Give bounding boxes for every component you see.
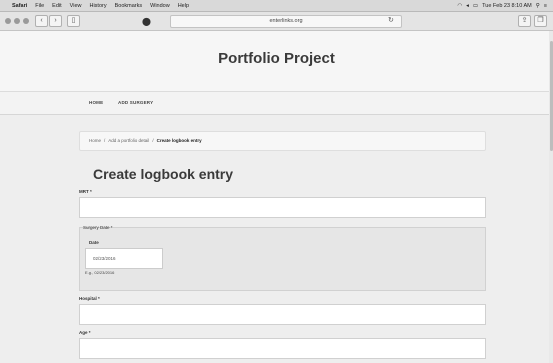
surgery-date-label: Surgery Date *	[83, 225, 113, 230]
zoom-window-button[interactable]	[23, 18, 29, 24]
volume-icon[interactable]: ◂	[466, 3, 469, 9]
page-scrollbar[interactable]	[549, 31, 553, 363]
site-nav: HOME ADD SURGERY	[0, 92, 553, 115]
mrt-input[interactable]	[79, 197, 486, 218]
menu-edit[interactable]: Edit	[52, 3, 61, 9]
breadcrumb-current: Create logbook entry	[156, 138, 202, 143]
menu-clock[interactable]: Tue Feb 23 8:10 AM	[482, 3, 532, 9]
window-controls	[5, 18, 29, 24]
sidebar-toggle-icon[interactable]: ▯	[67, 15, 80, 27]
menu-view[interactable]: View	[70, 3, 82, 9]
browser-toolbar: ‹ › ▯ ⬤ enterlinks.org ↻ ⇪ ❐	[0, 12, 553, 31]
toolbar-actions: ⇪ ❐	[518, 15, 547, 27]
tabs-overview-icon[interactable]: ❐	[534, 15, 547, 27]
spotlight-icon[interactable]: ⚲	[536, 3, 540, 9]
share-icon[interactable]: ⇪	[518, 15, 531, 27]
menu-file[interactable]: File	[35, 3, 44, 9]
surgery-date-input[interactable]: 02/23/2016	[85, 248, 163, 269]
wifi-icon[interactable]: ◠	[457, 3, 462, 9]
breadcrumb: Home / Add a portfolio detail / Create logbo…	[79, 131, 486, 151]
privacy-shield-icon[interactable]: ⬤	[142, 17, 151, 26]
breadcrumb-separator: /	[152, 138, 154, 143]
site-header: Portfolio Project	[0, 31, 553, 92]
menu-app-name[interactable]: Safari	[12, 3, 27, 9]
menu-history[interactable]: History	[89, 3, 106, 9]
date-label: Date	[89, 240, 99, 245]
site-title[interactable]: Portfolio Project	[0, 50, 553, 67]
age-label: Age *	[79, 330, 91, 335]
address-bar[interactable]: enterlinks.org	[170, 15, 402, 28]
history-nav: ‹ ›	[35, 15, 62, 27]
scrollbar-thumb[interactable]	[549, 41, 553, 151]
notification-center-icon[interactable]: ≡	[544, 3, 547, 9]
nav-home-link[interactable]: HOME	[89, 100, 103, 105]
menu-window[interactable]: Window	[150, 3, 170, 9]
minimize-window-button[interactable]	[14, 18, 20, 24]
page-title: Create logbook entry	[93, 166, 234, 182]
close-window-button[interactable]	[5, 18, 11, 24]
back-arrow-icon[interactable]: ‹	[35, 15, 48, 27]
menu-help[interactable]: Help	[178, 3, 189, 9]
date-format-hint: E.g., 02/23/2016	[85, 270, 115, 275]
age-input[interactable]	[79, 338, 486, 359]
hospital-input[interactable]	[79, 304, 486, 325]
breadcrumb-separator: /	[104, 138, 106, 143]
mrt-label: MRT *	[79, 189, 92, 194]
battery-icon[interactable]: ▭	[473, 3, 478, 9]
reload-icon[interactable]: ↻	[388, 15, 394, 26]
status-area: ◠ ◂ ▭ Tue Feb 23 8:10 AM ⚲ ≡	[457, 3, 547, 9]
breadcrumb-portfolio-detail[interactable]: Add a portfolio detail	[108, 138, 149, 143]
nav-add-surgery-link[interactable]: ADD SURGERY	[118, 100, 153, 105]
forward-arrow-icon[interactable]: ›	[49, 15, 62, 27]
breadcrumb-home[interactable]: Home	[89, 138, 101, 143]
menu-bookmarks[interactable]: Bookmarks	[115, 3, 143, 9]
system-menu-bar: Safari File Edit View History Bookmarks …	[0, 0, 553, 12]
hospital-label: Hospital *	[79, 296, 100, 301]
